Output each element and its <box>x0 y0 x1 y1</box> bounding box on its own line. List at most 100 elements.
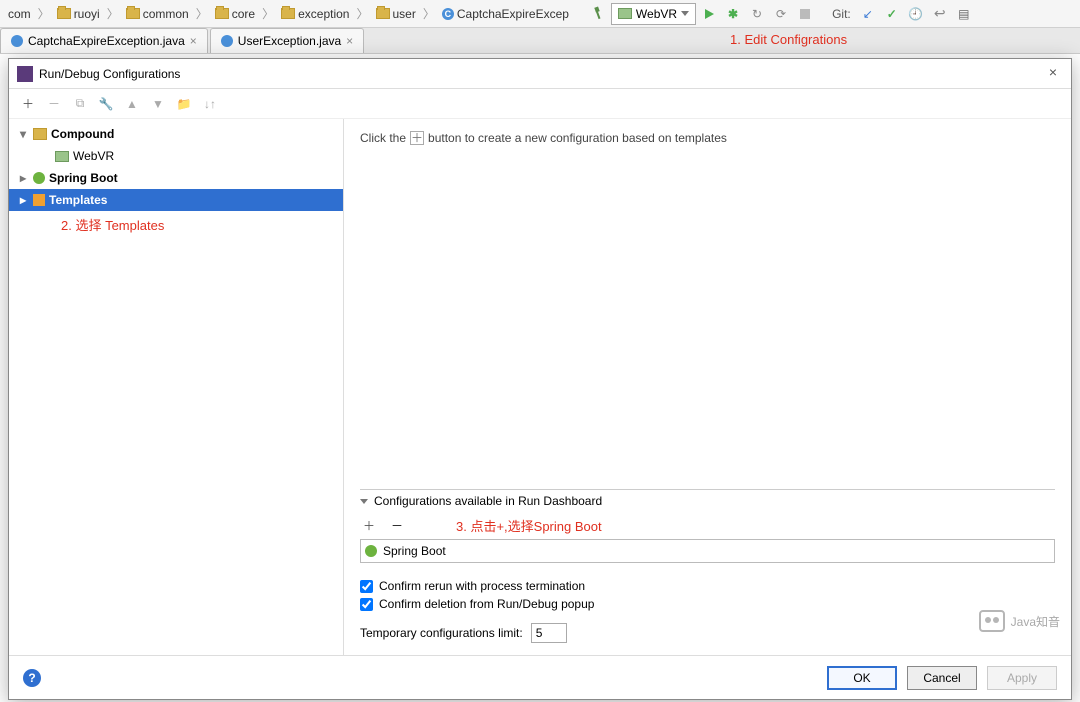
java-class-icon <box>221 35 233 47</box>
dashboard-add-button[interactable]: ＋ <box>360 517 378 534</box>
git-revert-button[interactable]: ↩ <box>929 3 951 25</box>
tab-label: UserException.java <box>238 34 341 48</box>
limit-input[interactable] <box>531 623 567 643</box>
debug-button[interactable]: ✱ <box>722 3 744 25</box>
remove-config-button: － <box>45 95 63 112</box>
checkbox-label: Confirm deletion from Run/Debug popup <box>379 597 594 611</box>
copy-config-button: ⧉ <box>71 96 89 111</box>
chevron-right-icon: 〉 <box>37 5 51 22</box>
chevron-right-icon: 〉 <box>355 5 369 22</box>
dashboard-item-label: Spring Boot <box>383 544 446 558</box>
git-label: Git: <box>828 7 855 21</box>
settings-button: 🔧 <box>97 97 115 111</box>
ok-button[interactable]: OK <box>827 666 897 690</box>
tree-item-compound[interactable]: ▾ Compound <box>9 123 343 145</box>
wechat-icon <box>979 610 1005 632</box>
tree-label: Compound <box>51 127 114 141</box>
top-toolbar: com〉 ruoyi〉 common〉 core〉 exception〉 use… <box>0 0 1080 28</box>
folder-icon <box>376 8 390 19</box>
apply-button: Apply <box>987 666 1057 690</box>
chevron-down-icon <box>681 11 689 16</box>
breadcrumb-item[interactable]: CCaptchaExpireExcep <box>438 7 573 21</box>
confirm-rerun-checkbox[interactable]: Confirm rerun with process termination <box>360 577 1055 595</box>
dialog-close-button[interactable]: × <box>1043 64 1063 84</box>
run-button[interactable] <box>698 3 720 25</box>
dialog-titlebar: Run/Debug Configurations × <box>9 59 1071 89</box>
dashboard-list-item[interactable]: Spring Boot <box>360 539 1055 563</box>
confirm-delete-checkbox[interactable]: Confirm deletion from Run/Debug popup <box>360 595 1055 613</box>
close-tab-icon[interactable]: × <box>190 34 197 48</box>
chevron-right-icon: 〉 <box>422 5 436 22</box>
coverage-button[interactable]: ↻ <box>746 3 768 25</box>
java-class-icon <box>11 35 23 47</box>
run-debug-dialog: Run/Debug Configurations × ＋ － ⧉ 🔧 ▲ ▼ 📁… <box>8 58 1072 700</box>
breadcrumb-item[interactable]: exception <box>277 7 353 21</box>
overflow-button[interactable]: ▤ <box>953 3 975 25</box>
temp-limit-row: Temporary configurations limit: <box>360 623 1055 643</box>
watermark: Java知音 <box>979 610 1060 632</box>
run-config-dropdown[interactable]: WebVR <box>611 3 696 25</box>
expand-icon[interactable]: ▾ <box>17 127 29 141</box>
git-history-button[interactable]: 🕘 <box>905 3 927 25</box>
dashboard-remove-button: － <box>388 517 406 534</box>
checkbox-input[interactable] <box>360 580 373 593</box>
folder-icon <box>281 8 295 19</box>
compound-icon <box>33 128 47 140</box>
dashboard-section-header[interactable]: Configurations available in Run Dashboar… <box>360 489 1055 512</box>
dashboard-tools: ＋ － 3. 点击+,选择Spring Boot <box>360 512 1055 539</box>
limit-label: Temporary configurations limit: <box>360 626 523 640</box>
sort-button: ↓↑ <box>201 97 219 111</box>
tree-item-spring-boot[interactable]: ▸ Spring Boot <box>9 167 343 189</box>
folder-icon <box>126 8 140 19</box>
git-update-button[interactable]: ↙ <box>857 3 879 25</box>
tree-label: WebVR <box>73 149 114 163</box>
help-button[interactable]: ? <box>23 669 41 687</box>
chevron-right-icon: 〉 <box>106 5 120 22</box>
tree-item-webvr[interactable]: WebVR <box>9 145 343 167</box>
play-icon <box>705 9 714 19</box>
breadcrumb-item[interactable]: com <box>4 7 35 21</box>
profile-button[interactable]: ⟳ <box>770 3 792 25</box>
breadcrumb-item[interactable]: ruoyi <box>53 7 104 21</box>
move-down-button: ▼ <box>149 97 167 111</box>
breadcrumb-item[interactable]: user <box>372 7 420 21</box>
tree-label: Templates <box>49 193 107 207</box>
config-tree: ▾ Compound WebVR ▸ Spring Boot ▸ Templat… <box>9 119 344 655</box>
move-up-button: ▲ <box>123 97 141 111</box>
tree-item-templates[interactable]: ▸ Templates <box>9 189 343 211</box>
editor-tab[interactable]: CaptchaExpireException.java × <box>0 28 208 53</box>
breadcrumb-item[interactable]: core <box>211 7 259 21</box>
close-tab-icon[interactable]: × <box>346 34 353 48</box>
checkbox-input[interactable] <box>360 598 373 611</box>
stop-button[interactable] <box>794 3 816 25</box>
git-commit-button[interactable]: ✓ <box>881 3 903 25</box>
cancel-button[interactable]: Cancel <box>907 666 977 690</box>
run-config-label: WebVR <box>636 7 677 21</box>
hint-text: Click the ＋ button to create a new confi… <box>360 131 1055 145</box>
watermark-text: Java知音 <box>1011 613 1060 630</box>
annotation-3: 3. 点击+,选择Spring Boot <box>456 516 602 535</box>
tree-label: Spring Boot <box>49 171 118 185</box>
add-config-button[interactable]: ＋ <box>19 95 37 112</box>
breadcrumb-item[interactable]: common <box>122 7 193 21</box>
run-config-icon <box>618 8 632 19</box>
editor-tab[interactable]: UserException.java × <box>210 28 364 53</box>
hammer-icon <box>591 7 604 20</box>
dialog-icon <box>17 66 33 82</box>
tab-label: CaptchaExpireException.java <box>28 34 185 48</box>
expand-icon[interactable]: ▸ <box>17 193 29 207</box>
dashboard-title: Configurations available in Run Dashboar… <box>374 494 602 508</box>
config-main-pane: Click the ＋ button to create a new confi… <box>344 119 1071 655</box>
folder-button: 📁 <box>175 97 193 111</box>
run-config-icon <box>55 151 69 162</box>
expand-icon[interactable]: ▸ <box>17 171 29 185</box>
stop-icon <box>800 9 810 19</box>
chevron-down-icon <box>360 499 368 504</box>
dialog-footer: ? OK Cancel Apply <box>9 655 1071 699</box>
chevron-right-icon: 〉 <box>261 5 275 22</box>
build-button[interactable] <box>587 3 609 25</box>
chevron-right-icon: 〉 <box>195 5 209 22</box>
annotation-2: 2. 选择 Templates <box>61 215 344 234</box>
dialog-title: Run/Debug Configurations <box>39 67 180 81</box>
checkbox-label: Confirm rerun with process termination <box>379 579 585 593</box>
